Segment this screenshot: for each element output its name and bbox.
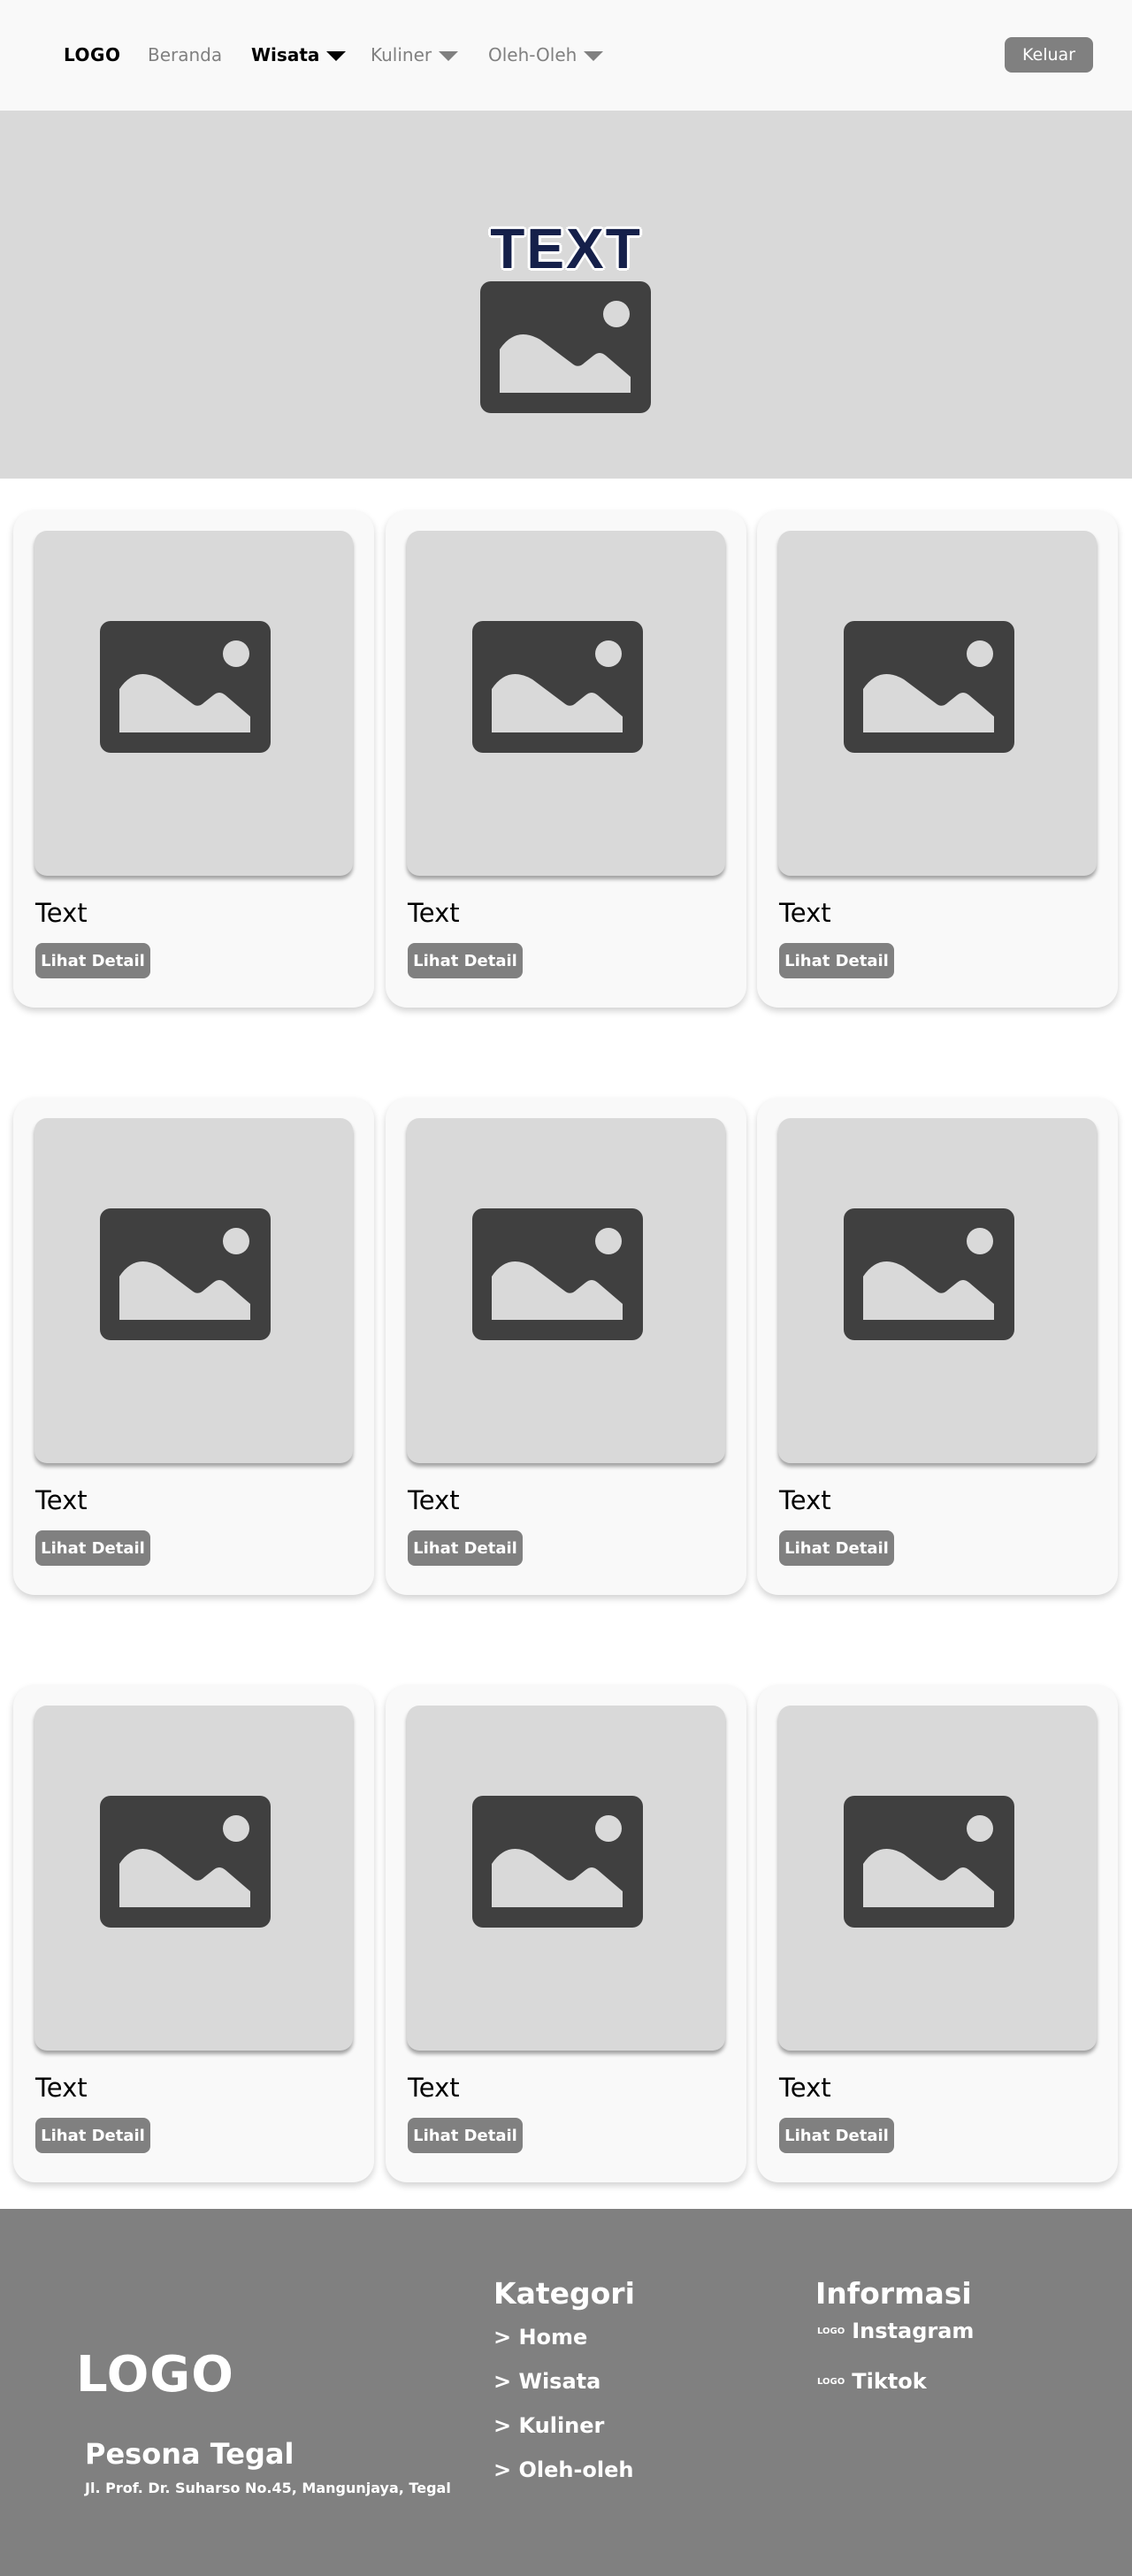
caret-down-icon <box>584 50 604 61</box>
image-placeholder-icon <box>844 621 1014 753</box>
detail-button[interactable]: Lihat Detail <box>408 1530 523 1566</box>
image-placeholder-icon <box>472 1796 643 1928</box>
nav-item-label: Kuliner <box>371 44 432 65</box>
hero-banner: TEXT <box>0 111 1132 479</box>
card-image <box>407 1118 725 1463</box>
card: Text Lihat Detail <box>386 510 746 1008</box>
tiktok-icon: LOGO <box>817 2376 845 2387</box>
footer-kategori-heading: Kategori <box>493 2276 635 2311</box>
footer-logo: LOGO <box>76 2346 234 2404</box>
footer-link-home[interactable]: > Home <box>493 2325 587 2350</box>
card: Text Lihat Detail <box>13 510 374 1008</box>
nav-item-label: Wisata <box>251 44 320 65</box>
detail-button[interactable]: Lihat Detail <box>35 943 150 978</box>
footer-social-label: Tiktok <box>852 2369 927 2394</box>
image-placeholder-icon <box>100 621 271 753</box>
footer-link-kuliner[interactable]: > Kuliner <box>493 2413 604 2438</box>
nav-item-label: Beranda <box>148 44 223 65</box>
card-image <box>407 531 725 876</box>
caret-down-icon <box>439 50 459 61</box>
card-title: Text <box>408 898 460 928</box>
image-placeholder-icon <box>100 1208 271 1340</box>
detail-button[interactable]: Lihat Detail <box>408 943 523 978</box>
image-placeholder-icon <box>844 1208 1014 1340</box>
nav-logo[interactable]: LOGO <box>64 44 120 65</box>
footer-link-wisata[interactable]: > Wisata <box>493 2369 600 2394</box>
hero-title: TEXT <box>490 217 642 280</box>
instagram-icon: LOGO <box>817 2326 845 2336</box>
nav-item-kuliner[interactable]: Kuliner <box>371 44 459 65</box>
footer: LOGO Pesona Tegal Jl. Prof. Dr. Suharso … <box>0 2209 1132 2576</box>
image-placeholder-icon <box>472 621 643 753</box>
card: Text Lihat Detail <box>757 510 1118 1008</box>
footer-social-label: Instagram <box>852 2319 975 2343</box>
card: Text Lihat Detail <box>13 1098 374 1595</box>
footer-link-oleh-oleh[interactable]: > Oleh-oleh <box>493 2457 634 2482</box>
nav-item-wisata[interactable]: Wisata <box>251 44 347 65</box>
card-image <box>34 1118 353 1463</box>
card-title: Text <box>35 2073 88 2103</box>
card-title: Text <box>408 2073 460 2103</box>
logout-button[interactable]: Keluar <box>1005 37 1093 73</box>
card-title: Text <box>35 1485 88 1515</box>
card: Text Lihat Detail <box>386 1098 746 1595</box>
card-image <box>34 531 353 876</box>
card-image <box>407 1706 725 2051</box>
card: Text Lihat Detail <box>757 1098 1118 1595</box>
detail-button[interactable]: Lihat Detail <box>408 2118 523 2153</box>
caret-down-icon <box>326 50 347 61</box>
image-placeholder-icon <box>472 1208 643 1340</box>
image-placeholder-icon <box>100 1796 271 1928</box>
card: Text Lihat Detail <box>386 1685 746 2182</box>
detail-button[interactable]: Lihat Detail <box>779 943 894 978</box>
nav-item-beranda[interactable]: Beranda <box>148 44 222 65</box>
card-image <box>778 1706 1097 2051</box>
card-title: Text <box>779 898 831 928</box>
card-title: Text <box>779 1485 831 1515</box>
footer-site-name: Pesona Tegal <box>85 2437 294 2471</box>
nav-item-label: Oleh-Oleh <box>488 44 577 65</box>
footer-informasi-heading: Informasi <box>815 2276 972 2311</box>
card-title: Text <box>408 1485 460 1515</box>
card-image <box>34 1706 353 2051</box>
footer-link-tiktok[interactable]: LOGO Tiktok <box>817 2369 927 2394</box>
navbar: LOGO Beranda Wisata Kuliner Oleh-Oleh Ke… <box>0 0 1132 111</box>
footer-link-instagram[interactable]: LOGO Instagram <box>817 2319 974 2343</box>
nav-item-oleh-oleh[interactable]: Oleh-Oleh <box>488 44 604 65</box>
card: Text Lihat Detail <box>757 1685 1118 2182</box>
detail-button[interactable]: Lihat Detail <box>779 2118 894 2153</box>
card-image <box>778 1118 1097 1463</box>
card-title: Text <box>779 2073 831 2103</box>
card-image <box>778 531 1097 876</box>
image-placeholder-icon <box>844 1796 1014 1928</box>
card: Text Lihat Detail <box>13 1685 374 2182</box>
detail-button[interactable]: Lihat Detail <box>35 1530 150 1566</box>
image-placeholder-icon <box>480 281 651 413</box>
detail-button[interactable]: Lihat Detail <box>35 2118 150 2153</box>
card-title: Text <box>35 898 88 928</box>
detail-button[interactable]: Lihat Detail <box>779 1530 894 1566</box>
footer-address: Jl. Prof. Dr. Suharso No.45, Mangunjaya,… <box>85 2480 451 2496</box>
